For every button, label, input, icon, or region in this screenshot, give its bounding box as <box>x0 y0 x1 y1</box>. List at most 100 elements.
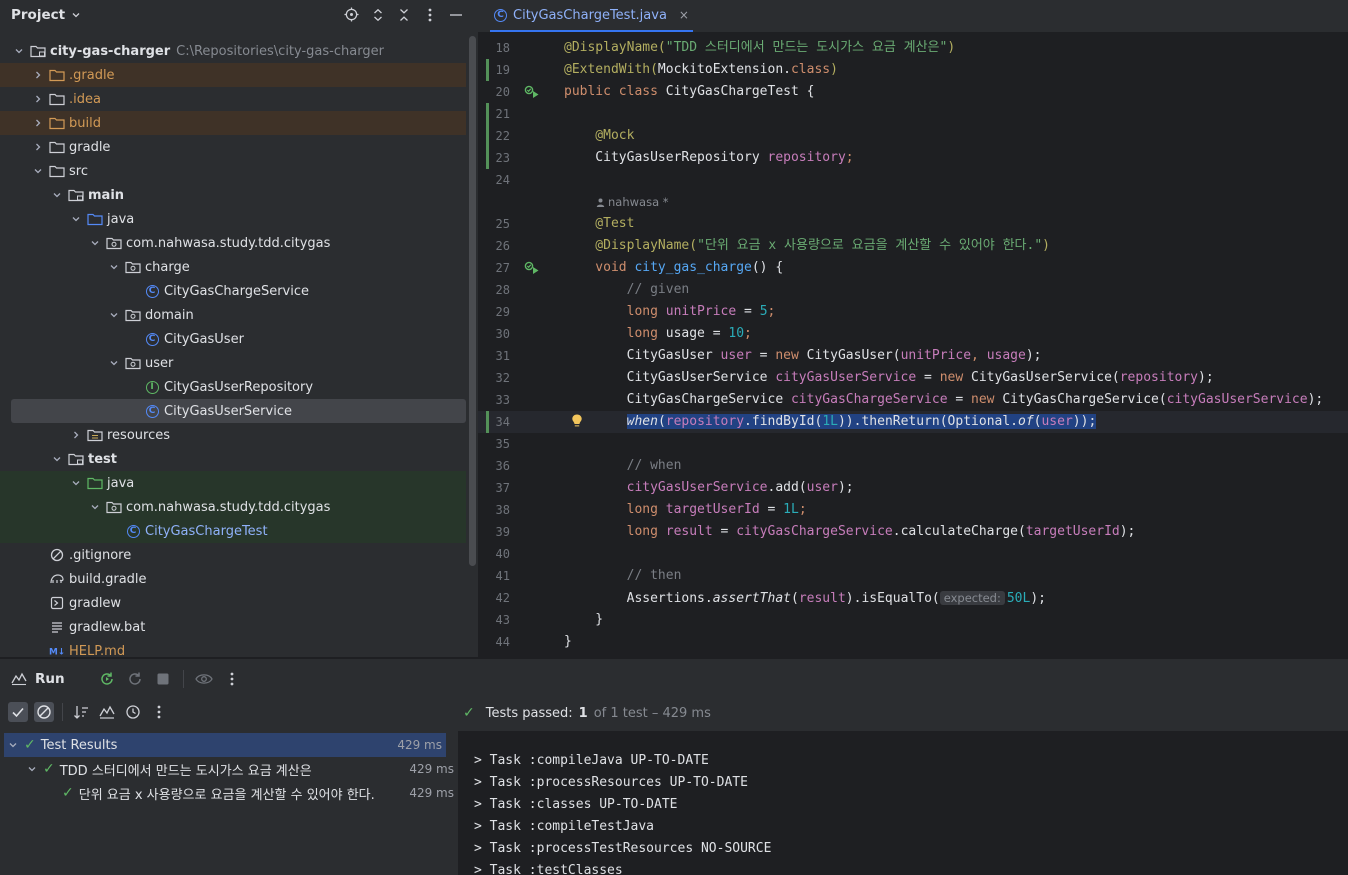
chevron-down-icon[interactable] <box>88 500 102 514</box>
locate-icon[interactable] <box>343 6 360 23</box>
tree-item[interactable]: resources <box>0 423 466 447</box>
tree-item[interactable]: src <box>0 159 466 183</box>
eye-icon[interactable] <box>194 669 214 689</box>
import-tests-icon[interactable] <box>97 702 117 722</box>
code-line[interactable]: 27 void city_gas_charge() { <box>478 257 1348 279</box>
tree-item[interactable]: com.nahwasa.study.tdd.citygas <box>0 231 466 255</box>
run-test-icon[interactable] <box>524 85 540 99</box>
stop-icon[interactable] <box>153 669 173 689</box>
run-test-icon[interactable] <box>524 261 540 275</box>
code-line[interactable]: 24 <box>478 169 1348 191</box>
code-line[interactable]: 44} <box>478 631 1348 653</box>
chevron-down-icon[interactable] <box>107 308 121 322</box>
code-line[interactable]: 18 @DisplayName("TDD 스터디에서 만드는 도시가스 요금 계산… <box>478 37 1348 59</box>
tree-item[interactable]: city-gas-charger C:\Repositories\city-gas… <box>0 39 466 63</box>
code-line[interactable]: 35 <box>478 433 1348 455</box>
code-line[interactable]: 22 @Mock <box>478 125 1348 147</box>
code-line[interactable]: 33 CityGasChargeService cityGasChargeSer… <box>478 389 1348 411</box>
rerun-icon[interactable] <box>97 669 117 689</box>
tree-item[interactable]: java <box>0 471 466 495</box>
code-line[interactable]: 34 when(repository.findById(1L)).thenRet… <box>478 411 1348 433</box>
collapse-all-icon[interactable] <box>395 6 412 23</box>
tree-item[interactable]: com.nahwasa.study.tdd.citygas <box>0 495 466 519</box>
tree-item[interactable]: .idea <box>0 87 466 111</box>
code-line[interactable]: 23 CityGasUserRepository repository; <box>478 147 1348 169</box>
chevron-down-icon[interactable] <box>6 740 20 750</box>
tab-citygaschargetest[interactable]: C CityGasChargeTest.java × <box>490 0 693 32</box>
tree-item[interactable]: C CityGasUserService <box>11 399 466 423</box>
tree-item[interactable]: gradlew <box>0 591 466 615</box>
tree-item[interactable]: user <box>0 351 466 375</box>
sort-icon[interactable] <box>71 702 91 722</box>
code-line[interactable]: 42 Assertions.assertThat(result).isEqual… <box>478 587 1348 609</box>
expand-all-icon[interactable] <box>369 6 386 23</box>
author-hint-line[interactable]: nahwasa * <box>478 191 1348 213</box>
tree-item[interactable]: C CityGasUser <box>0 327 466 351</box>
show-passed-icon[interactable] <box>8 702 28 722</box>
code-line[interactable]: 38 long targetUserId = 1L; <box>478 499 1348 521</box>
tree-item[interactable]: gradle <box>0 135 466 159</box>
tree-item[interactable]: build.gradle <box>0 567 466 591</box>
chevron-right-icon[interactable] <box>31 92 45 106</box>
run-title[interactable]: Run <box>35 671 65 687</box>
code-line[interactable]: 20 public class CityGasChargeTest { <box>478 81 1348 103</box>
show-ignored-icon[interactable] <box>34 702 54 722</box>
code-line[interactable]: 28 // given <box>478 279 1348 301</box>
tree-item[interactable]: C CityGasChargeTest <box>0 519 466 543</box>
test-result-row[interactable]: ✓ TDD 스터디에서 만드는 도시가스 요금 계산은 429 ms <box>0 757 458 781</box>
tree-item[interactable]: java <box>0 207 466 231</box>
tree-item[interactable]: charge <box>0 255 466 279</box>
chevron-down-icon[interactable] <box>71 10 81 20</box>
tree-item[interactable]: gradlew.bat <box>0 615 466 639</box>
author-name[interactable]: nahwasa * <box>608 195 669 209</box>
code-line[interactable]: 19 @ExtendWith(MockitoExtension.class) <box>478 59 1348 81</box>
tree-item[interactable]: .gitignore <box>0 543 466 567</box>
more-options-icon[interactable] <box>149 702 169 722</box>
more-options-icon[interactable] <box>421 6 438 23</box>
chevron-down-icon[interactable] <box>50 188 64 202</box>
tree-item[interactable]: domain <box>0 303 466 327</box>
tree-item[interactable]: build <box>0 111 466 135</box>
chevron-right-icon[interactable] <box>31 140 45 154</box>
chevron-down-icon[interactable] <box>31 164 45 178</box>
code-line[interactable]: 29 long unitPrice = 5; <box>478 301 1348 323</box>
chevron-down-icon[interactable] <box>50 452 64 466</box>
code-line[interactable]: 36 // when <box>478 455 1348 477</box>
chevron-right-icon[interactable] <box>31 116 45 130</box>
tree-item[interactable]: test <box>0 447 466 471</box>
tree-item[interactable]: I CityGasUserRepository <box>0 375 466 399</box>
more-options-icon[interactable] <box>222 669 242 689</box>
chevron-down-icon[interactable] <box>107 356 121 370</box>
chevron-down-icon[interactable] <box>88 236 102 250</box>
tree-item[interactable]: .gradle <box>0 63 466 87</box>
code-line[interactable]: 21 <box>478 103 1348 125</box>
chevron-right-icon[interactable] <box>31 68 45 82</box>
project-title[interactable]: Project <box>11 7 65 23</box>
tree-item[interactable]: C CityGasChargeService <box>0 279 466 303</box>
code-line[interactable]: 43 } <box>478 609 1348 631</box>
chevron-down-icon[interactable] <box>69 476 83 490</box>
code-line[interactable]: 31 CityGasUser user = new CityGasUser(un… <box>478 345 1348 367</box>
rerun-failed-icon[interactable] <box>125 669 145 689</box>
code-line[interactable]: 32 CityGasUserService cityGasUserService… <box>478 367 1348 389</box>
chevron-down-icon[interactable] <box>12 44 26 58</box>
run-console[interactable]: > Task :compileJava UP-TO-DATE > Task :pr… <box>458 731 1348 875</box>
tree-item[interactable]: M↓ HELP.md <box>0 639 466 658</box>
chevron-down-icon[interactable] <box>25 764 39 774</box>
project-scrollbar[interactable] <box>469 36 476 566</box>
chevron-right-icon[interactable] <box>69 428 83 442</box>
minimize-icon[interactable] <box>447 6 464 23</box>
code-editor[interactable]: 18 @DisplayName("TDD 스터디에서 만드는 도시가스 요금 계산… <box>478 33 1348 657</box>
close-icon[interactable]: × <box>679 8 689 22</box>
chevron-down-icon[interactable] <box>69 212 83 226</box>
code-line[interactable]: 37 cityGasUserService.add(user); <box>478 477 1348 499</box>
tree-item[interactable]: main <box>0 183 466 207</box>
code-line[interactable]: 41 // then <box>478 565 1348 587</box>
code-line[interactable]: 39 long result = cityGasChargeService.ca… <box>478 521 1348 543</box>
code-line[interactable]: 40 <box>478 543 1348 565</box>
code-line[interactable]: 25 @Test <box>478 213 1348 235</box>
history-icon[interactable] <box>123 702 143 722</box>
test-result-row[interactable]: ✓ 단위 요금 x 사용량으로 요금을 계산할 수 있어야 한다. 429 ms <box>0 781 458 805</box>
code-line[interactable]: 26 @DisplayName("단위 요금 x 사용량으로 요금을 계산할 수… <box>478 235 1348 257</box>
chevron-down-icon[interactable] <box>107 260 121 274</box>
